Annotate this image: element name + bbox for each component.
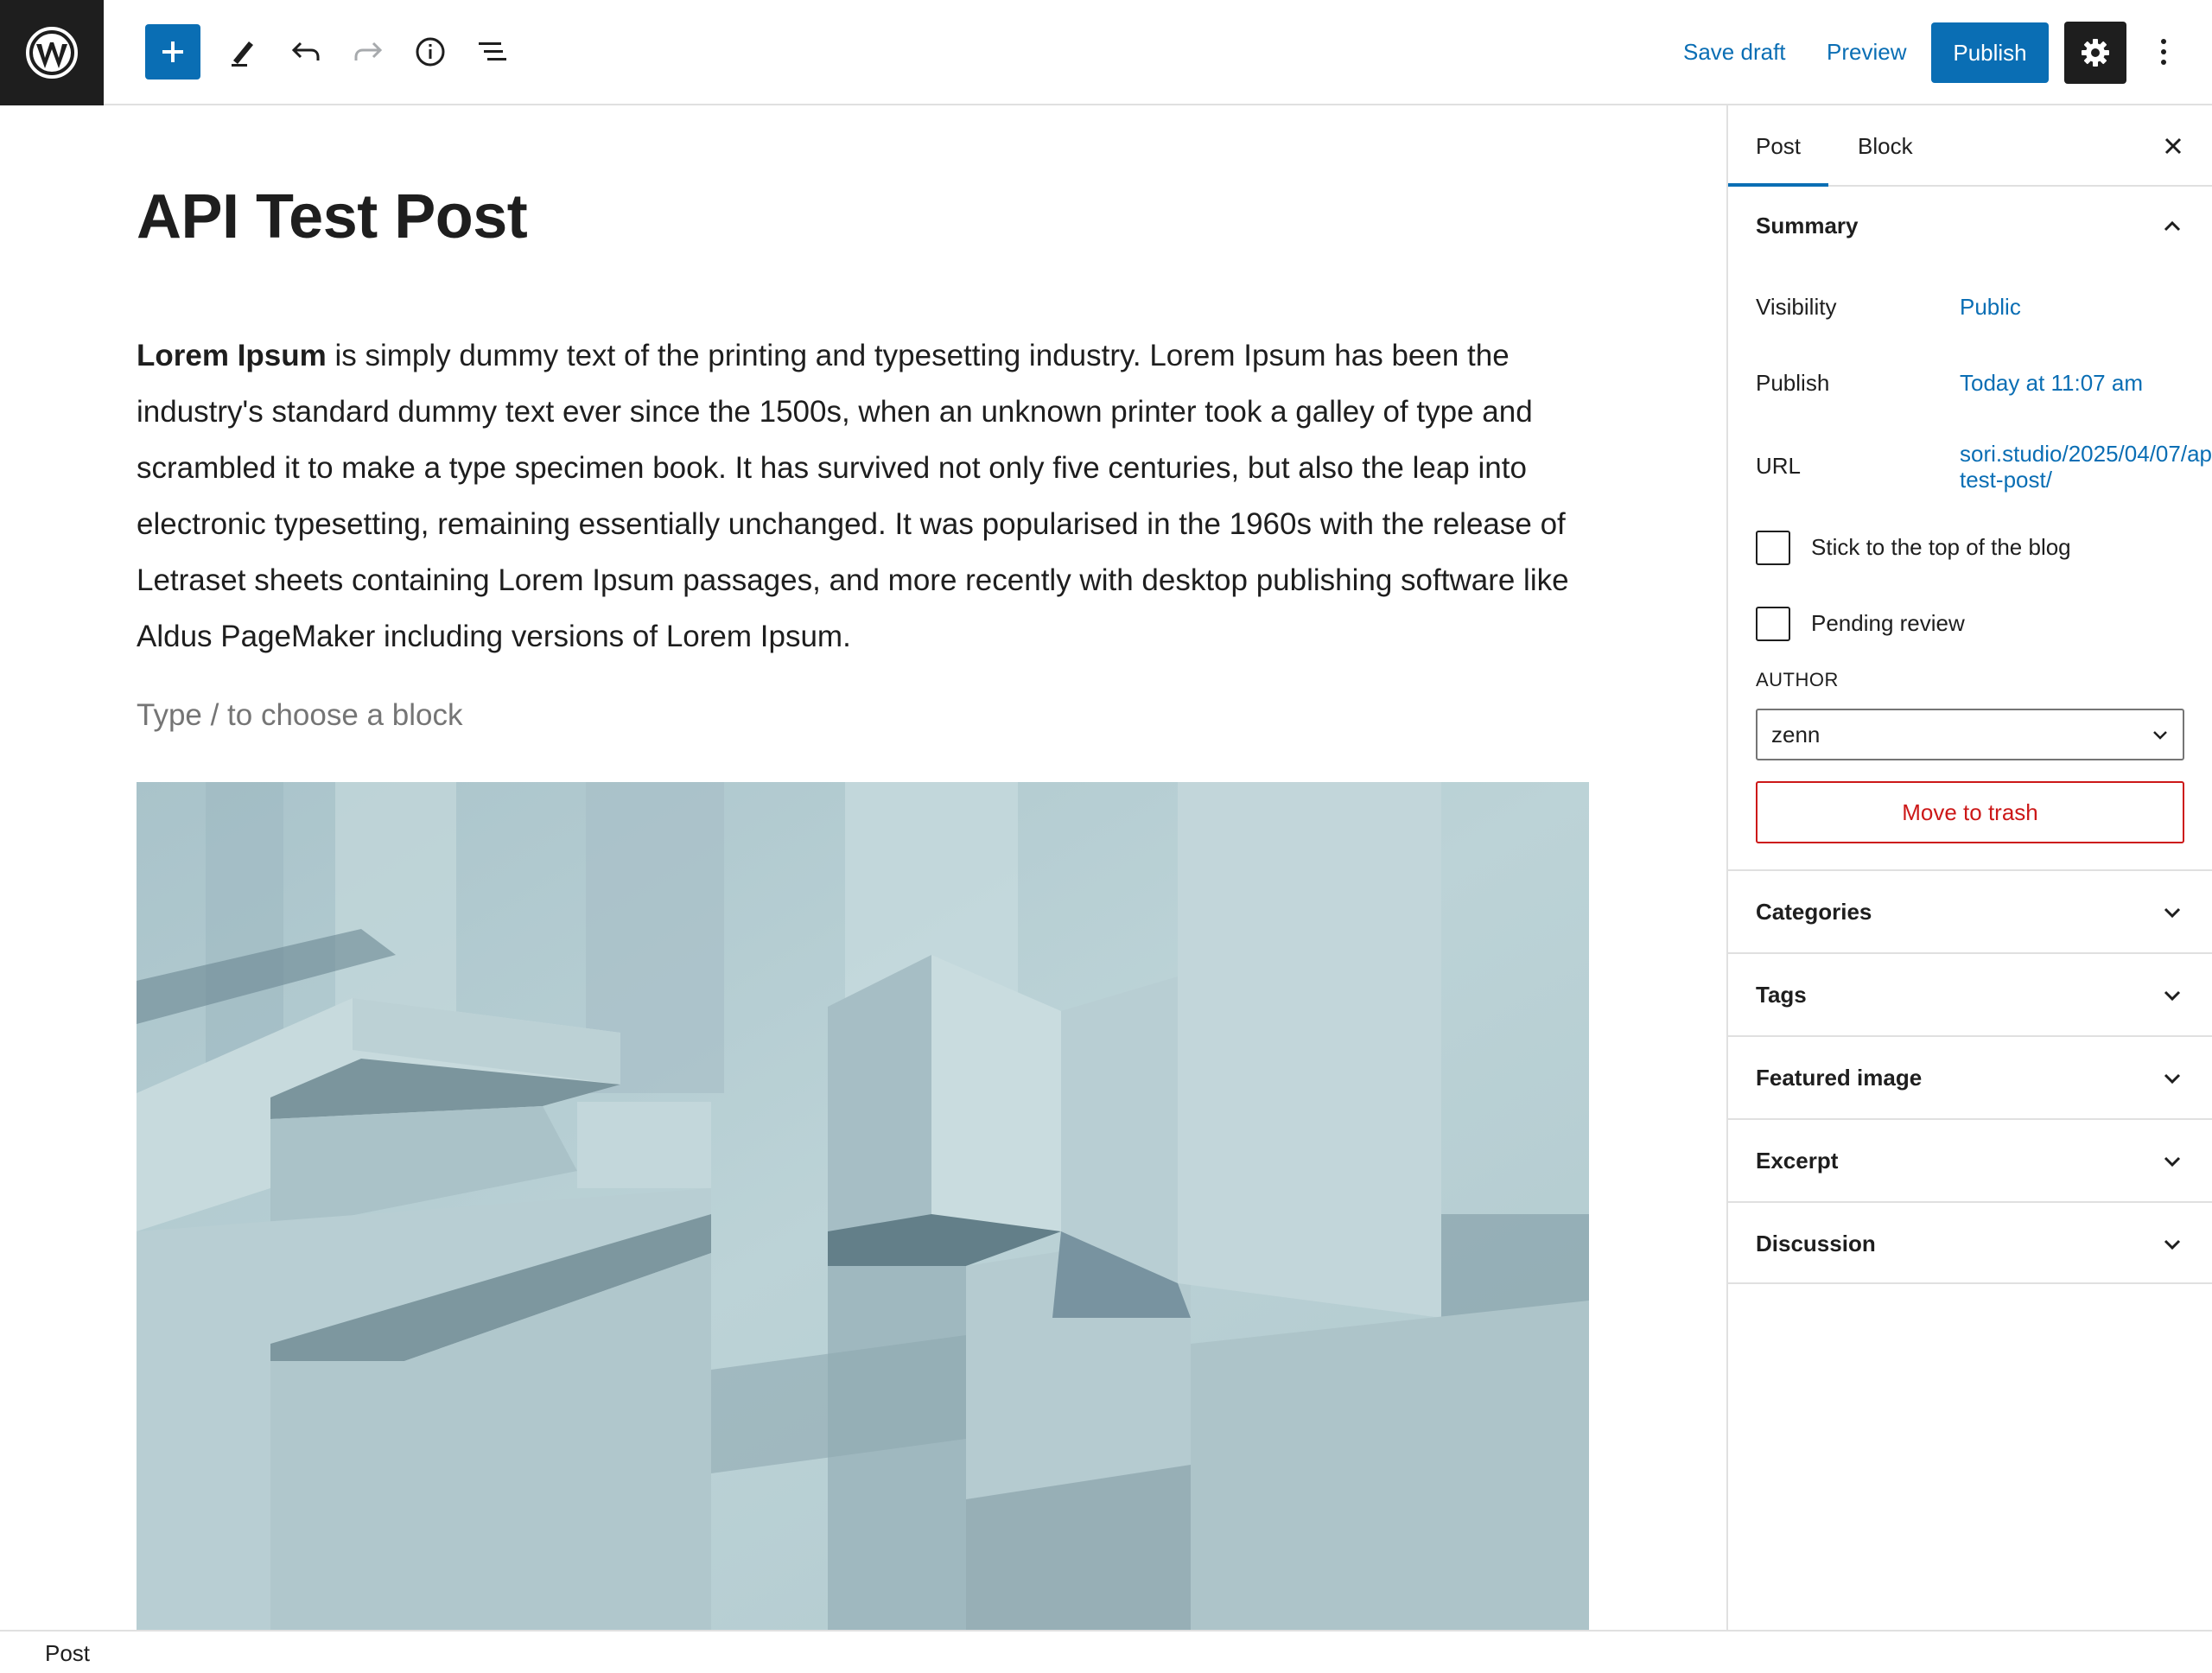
paragraph-block[interactable]: Lorem Ipsum is simply dummy text of the … — [137, 328, 1597, 665]
options-button[interactable] — [2141, 24, 2186, 80]
undo-button[interactable] — [278, 24, 334, 80]
featured-image-panel[interactable]: Featured image — [1728, 1035, 2212, 1118]
breadcrumb-post[interactable]: Post — [45, 1640, 90, 1667]
visibility-toggle[interactable]: Public — [1960, 294, 2021, 321]
chevron-down-icon — [2164, 990, 2181, 1002]
categories-title: Categories — [1756, 899, 1872, 925]
image-block[interactable] — [137, 782, 1589, 1630]
editor-canvas: API Test Post Lorem Ipsum is simply dumm… — [0, 105, 1726, 1630]
publish-date-label: Publish — [1756, 370, 1830, 396]
chevron-down-icon — [2164, 907, 2181, 919]
excerpt-panel[interactable]: Excerpt — [1728, 1118, 2212, 1201]
author-selected-value: zenn — [1771, 722, 1821, 747]
tools-button[interactable] — [216, 24, 271, 80]
chevron-up-icon — [2164, 220, 2181, 232]
save-draft-button[interactable]: Save draft — [1668, 24, 1802, 80]
author-select[interactable]: zenn — [1756, 709, 2184, 760]
post-title[interactable]: API Test Post — [137, 181, 528, 252]
categories-panel[interactable]: Categories — [1728, 869, 2212, 952]
close-icon — [2164, 137, 2182, 155]
sidebar-tabs: Post Block — [1728, 105, 2212, 187]
list-view-icon — [479, 42, 506, 60]
settings-button[interactable] — [2064, 22, 2126, 84]
undo-icon — [291, 41, 320, 60]
pencil-icon — [232, 41, 253, 67]
sticky-label[interactable]: Stick to the top of the blog — [1811, 534, 2071, 561]
pending-review-label[interactable]: Pending review — [1811, 610, 1965, 637]
tab-post[interactable]: Post — [1728, 105, 1829, 187]
gear-icon — [2082, 39, 2109, 67]
chevron-down-icon — [2153, 731, 2167, 740]
author-label: AUTHOR — [1756, 669, 1839, 690]
plus-icon — [162, 41, 183, 62]
tab-block[interactable]: Block — [1830, 105, 1941, 187]
publish-button[interactable]: Publish — [1931, 22, 2049, 83]
chevron-down-icon — [2164, 1156, 2181, 1167]
preview-button[interactable]: Preview — [1811, 24, 1922, 80]
details-button[interactable] — [403, 24, 458, 80]
block-placeholder[interactable]: Type / to choose a block — [137, 698, 462, 733]
discussion-panel[interactable]: Discussion — [1728, 1201, 2212, 1284]
featured-image-title: Featured image — [1756, 1065, 1923, 1091]
redo-button[interactable] — [340, 24, 396, 80]
block-breadcrumb-bar: Post — [0, 1630, 2212, 1673]
summary-panel-header[interactable]: Summary — [1728, 188, 2212, 264]
tags-title: Tags — [1756, 982, 1807, 1008]
more-vertical-icon — [2161, 39, 2166, 65]
abstract-architecture-image — [137, 782, 1589, 1630]
redo-icon — [354, 41, 383, 60]
editor-header: Save draft Preview Publish — [0, 0, 2212, 105]
info-icon — [416, 37, 445, 67]
summary-title: Summary — [1756, 213, 1859, 239]
url-toggle[interactable]: sori.studio/2025/04/07/api-test-post/ — [1960, 441, 2212, 493]
move-to-trash-button[interactable]: Move to trash — [1756, 781, 2184, 843]
sticky-checkbox[interactable] — [1756, 531, 1790, 565]
discussion-title: Discussion — [1756, 1231, 1876, 1256]
tags-panel[interactable]: Tags — [1728, 952, 2212, 1035]
paragraph-text: is simply dummy text of the printing and… — [137, 339, 1569, 653]
block-inserter-button[interactable] — [145, 24, 200, 80]
pending-review-checkbox[interactable] — [1756, 607, 1790, 641]
document-overview-button[interactable] — [465, 24, 520, 80]
settings-sidebar: Post Block Summary Visibility Public Pub… — [1726, 105, 2212, 1630]
paragraph-bold-text: Lorem Ipsum — [137, 339, 327, 372]
url-label: URL — [1756, 453, 1802, 479]
chevron-down-icon — [2164, 1239, 2181, 1250]
publish-date-toggle[interactable]: Today at 11:07 am — [1960, 370, 2143, 397]
excerpt-title: Excerpt — [1756, 1148, 1839, 1174]
visibility-label: Visibility — [1756, 294, 1837, 320]
chevron-down-icon — [2164, 1073, 2181, 1085]
close-sidebar-button[interactable] — [2152, 124, 2195, 168]
wordpress-logo-icon[interactable] — [0, 0, 104, 105]
